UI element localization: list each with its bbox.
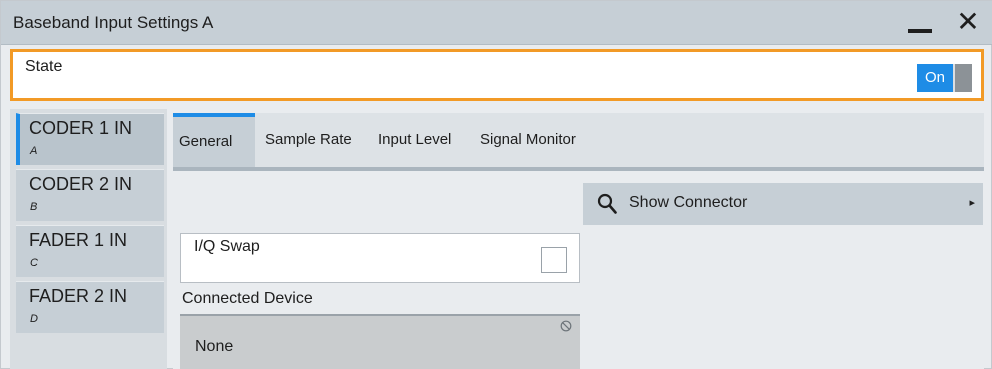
- iq-swap-label: I/Q Swap: [194, 238, 260, 255]
- baseband-input-settings-window: Baseband Input Settings A ✕ State On COD…: [0, 0, 992, 369]
- window-title: Baseband Input Settings A: [13, 13, 214, 32]
- tab-input-level[interactable]: Input Level: [372, 113, 473, 167]
- iq-swap-checkbox[interactable]: [541, 247, 567, 273]
- show-connector-button[interactable]: Show Connector ▸: [583, 183, 983, 225]
- sidebar: CODER 1 IN A CODER 2 IN B FADER 1 IN C F…: [10, 109, 167, 369]
- settings-content: General Sample Rate Input Level Signal M…: [173, 109, 984, 369]
- state-toggle[interactable]: On: [917, 64, 972, 92]
- minimize-button[interactable]: [904, 11, 934, 39]
- chevron-right-icon: ▸: [969, 197, 975, 209]
- read-only-icon: [560, 320, 572, 332]
- sidebar-item-label: CODER 1 IN: [29, 118, 133, 138]
- iq-swap-row: I/Q Swap: [180, 233, 580, 283]
- tab-general[interactable]: General: [173, 113, 255, 167]
- sidebar-item-label: FADER 1 IN: [29, 230, 128, 250]
- close-button[interactable]: ✕: [953, 5, 983, 39]
- connected-device-field: None: [180, 314, 580, 369]
- sidebar-item-coder-1-in[interactable]: CODER 1 IN A: [16, 113, 164, 165]
- sidebar-item-label: CODER 2 IN: [29, 174, 133, 194]
- state-row: State On: [10, 49, 984, 101]
- sidebar-item-fader-1-in[interactable]: FADER 1 IN C: [16, 225, 164, 277]
- sidebar-item-sub: B: [30, 201, 38, 213]
- tab-sample-rate[interactable]: Sample Rate: [259, 113, 371, 167]
- tab-bar: General Sample Rate Input Level Signal M…: [173, 113, 984, 171]
- show-connector-label: Show Connector: [629, 194, 748, 211]
- sidebar-item-fader-2-in[interactable]: FADER 2 IN D: [16, 281, 164, 333]
- connected-device-label: Connected Device: [182, 290, 313, 307]
- tab-signal-monitor[interactable]: Signal Monitor: [474, 113, 598, 167]
- search-icon: [597, 193, 617, 214]
- title-bar: Baseband Input Settings A ✕: [1, 1, 992, 45]
- sidebar-item-label: FADER 2 IN: [29, 286, 128, 306]
- sidebar-item-coder-2-in[interactable]: CODER 2 IN B: [16, 169, 164, 221]
- sidebar-item-sub: D: [30, 313, 38, 325]
- state-toggle-thumb: [955, 64, 972, 92]
- connected-device-value: None: [195, 338, 234, 355]
- sidebar-item-sub: C: [30, 257, 38, 269]
- state-toggle-value: On: [917, 64, 953, 92]
- state-label: State: [25, 58, 63, 75]
- sidebar-item-sub: A: [30, 145, 38, 157]
